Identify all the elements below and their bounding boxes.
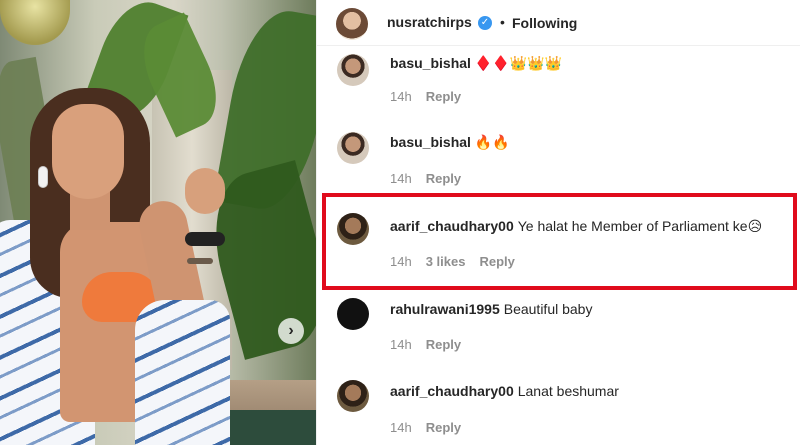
comment-body: rahulrawani1995 Beautiful baby [390, 301, 592, 317]
following-button[interactable]: Following [512, 15, 577, 31]
hand [185, 168, 225, 214]
chevron-right-icon: › [288, 322, 294, 339]
comment-time: 14h [390, 420, 412, 435]
comment-meta: 14h Reply [390, 171, 475, 186]
kaftan-right [135, 300, 230, 445]
next-photo-button[interactable]: › [278, 318, 304, 344]
comment-body: basu_bishal ♦️♦️👑👑👑 [390, 55, 562, 72]
commenter-avatar[interactable] [337, 132, 369, 164]
author-avatar[interactable] [336, 8, 368, 40]
commenter-avatar[interactable] [337, 298, 369, 330]
bracelet [185, 232, 225, 246]
comment-text: 🔥🔥 [474, 134, 510, 150]
person [0, 0, 316, 445]
author-username[interactable]: nusratchirps [387, 14, 472, 30]
commenter-avatar[interactable] [337, 380, 369, 412]
comment-text: Lanat beshumar [517, 383, 619, 399]
comment-text: ♦️♦️👑👑👑 [474, 55, 563, 71]
comment-meta: 14h Reply [390, 420, 475, 435]
commenter-avatar[interactable] [337, 54, 369, 86]
commenter-username[interactable]: aarif_chaudhary00 [390, 383, 514, 399]
post-header: nusratchirps ✓ • Following [317, 0, 800, 46]
commenter-username[interactable]: basu_bishal [390, 55, 471, 71]
post-photo: › [0, 0, 316, 445]
highlight-box [322, 193, 797, 290]
reply-button[interactable]: Reply [426, 171, 461, 186]
comment-text: Beautiful baby [503, 301, 593, 317]
comment-time: 14h [390, 337, 412, 352]
reply-button[interactable]: Reply [426, 337, 461, 352]
comment-meta: 14h Reply [390, 89, 475, 104]
comment-body: aarif_chaudhary00 Lanat beshumar [390, 383, 619, 399]
earring [38, 166, 48, 188]
comment-body: basu_bishal 🔥🔥 [390, 134, 510, 151]
separator-dot: • [500, 14, 505, 30]
face [52, 104, 124, 199]
reply-button[interactable]: Reply [426, 89, 461, 104]
verified-icon: ✓ [478, 16, 492, 30]
bracelet-thin [187, 258, 213, 264]
reply-button[interactable]: Reply [426, 420, 461, 435]
commenter-username[interactable]: rahulrawani1995 [390, 301, 500, 317]
comments-pane: nusratchirps ✓ • Following basu_bishal ♦️… [316, 0, 800, 445]
comment-time: 14h [390, 89, 412, 104]
comment-meta: 14h Reply [390, 337, 475, 352]
comment-time: 14h [390, 171, 412, 186]
commenter-username[interactable]: basu_bishal [390, 134, 471, 150]
